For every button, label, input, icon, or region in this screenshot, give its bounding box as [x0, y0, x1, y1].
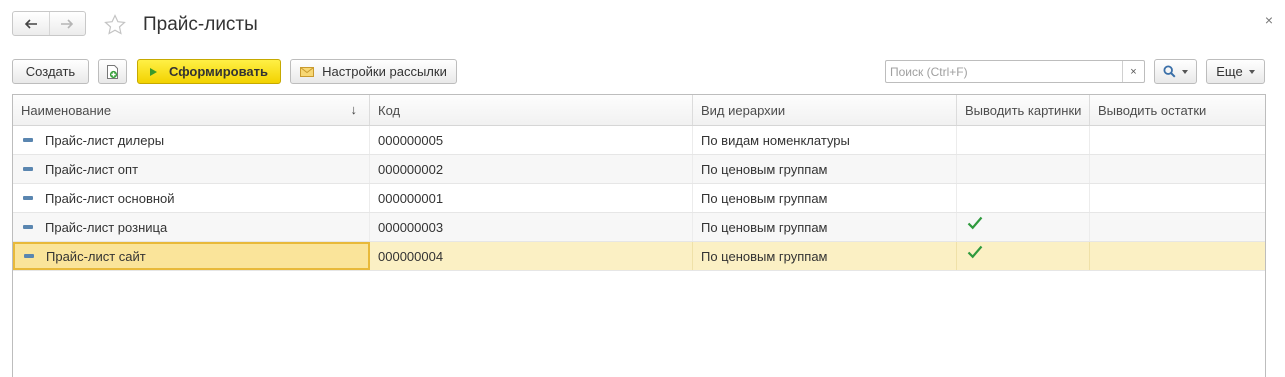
column-header-hierarchy[interactable]: Вид иерархии — [693, 95, 957, 125]
navigation-buttons — [12, 11, 86, 36]
arrow-right-icon — [61, 18, 74, 29]
catalog-item-icon — [23, 167, 33, 171]
column-header-name[interactable]: Наименование ↓ — [13, 95, 370, 125]
hierarchy-cell: По ценовым группам — [693, 213, 957, 241]
name-cell: Прайс-лист дилеры — [13, 126, 370, 154]
show-images-cell — [957, 213, 1090, 241]
name-text: Прайс-лист опт — [45, 161, 139, 177]
code-cell: 000000001 — [370, 184, 693, 212]
magnifier-icon — [1163, 65, 1176, 78]
hierarchy-cell: По ценовым группам — [693, 184, 957, 212]
show-images-cell — [957, 155, 1090, 183]
search-input[interactable] — [886, 61, 1122, 82]
catalog-item-icon — [23, 138, 33, 142]
column-header-show-images[interactable]: Выводить картинки — [957, 95, 1090, 125]
add-copy-icon — [106, 64, 118, 79]
search-button[interactable] — [1154, 59, 1197, 84]
back-button[interactable] — [13, 12, 49, 35]
show-stock-cell — [1090, 155, 1265, 183]
name-text: Прайс-лист сайт — [46, 248, 146, 264]
envelope-icon — [300, 66, 315, 77]
show-images-cell — [957, 126, 1090, 154]
column-header-show-stock[interactable]: Выводить остатки — [1090, 95, 1265, 125]
table-row[interactable]: Прайс-лист дилеры 000000005 По видам ном… — [13, 126, 1265, 155]
page-title: Прайс-листы — [143, 14, 258, 35]
price-lists-table: Наименование ↓ Код Вид иерархии Выводить… — [12, 94, 1266, 377]
name-cell: Прайс-лист основной — [13, 184, 370, 212]
table-row[interactable]: Прайс-лист опт 000000002 По ценовым груп… — [13, 155, 1265, 184]
mailing-settings-button[interactable]: Настройки рассылки — [290, 59, 457, 84]
show-stock-cell — [1090, 242, 1265, 270]
name-text: Прайс-лист розница — [45, 219, 168, 235]
create-button[interactable]: Создать — [12, 59, 89, 84]
play-icon — [149, 67, 157, 76]
code-cell: 000000002 — [370, 155, 693, 183]
name-cell: Прайс-лист сайт — [13, 242, 370, 270]
create-button-label: Создать — [25, 64, 76, 79]
code-cell: 000000004 — [370, 242, 693, 270]
checkmark-icon — [967, 216, 983, 230]
table-row[interactable]: Прайс-лист розница 000000003 По ценовым … — [13, 213, 1265, 242]
generate-button[interactable]: Сформировать — [137, 59, 281, 84]
mailing-settings-label: Настройки рассылки — [322, 64, 447, 79]
chevron-down-icon — [1248, 69, 1255, 74]
arrow-left-icon — [24, 18, 37, 29]
sort-arrow-icon: ↓ — [350, 102, 358, 117]
chevron-down-icon — [1182, 69, 1188, 74]
column-header-label: Наименование — [21, 102, 112, 118]
table-header: Наименование ↓ Код Вид иерархии Выводить… — [13, 95, 1265, 126]
generate-button-label: Сформировать — [168, 64, 269, 79]
hierarchy-cell: По ценовым группам — [693, 155, 957, 183]
show-stock-cell — [1090, 184, 1265, 212]
hierarchy-cell: По ценовым группам — [693, 242, 957, 270]
hierarchy-cell: По видам номенклатуры — [693, 126, 957, 154]
show-images-cell — [957, 184, 1090, 212]
search-clear-button[interactable]: × — [1122, 61, 1144, 82]
name-cell: Прайс-лист розница — [13, 213, 370, 241]
show-stock-cell — [1090, 213, 1265, 241]
catalog-item-icon — [23, 196, 33, 200]
name-cell: Прайс-лист опт — [13, 155, 370, 183]
close-icon[interactable]: × — [1265, 12, 1273, 28]
more-button[interactable]: Еще — [1206, 59, 1265, 84]
code-cell: 000000003 — [370, 213, 693, 241]
catalog-item-icon — [23, 225, 33, 229]
code-cell: 000000005 — [370, 126, 693, 154]
more-button-label: Еще — [1216, 64, 1243, 79]
table-row[interactable]: Прайс-лист основной 000000001 По ценовым… — [13, 184, 1265, 213]
checkmark-icon — [967, 245, 983, 259]
search-field: × — [885, 60, 1145, 83]
show-stock-cell — [1090, 126, 1265, 154]
forward-button[interactable] — [48, 12, 86, 35]
name-text: Прайс-лист основной — [45, 190, 175, 206]
catalog-item-icon — [24, 254, 34, 258]
show-images-cell — [957, 242, 1090, 270]
table-row-selected[interactable]: Прайс-лист сайт 000000004 По ценовым гру… — [13, 242, 1265, 271]
favorite-star-icon[interactable] — [103, 13, 127, 37]
name-text: Прайс-лист дилеры — [45, 132, 165, 148]
column-header-code[interactable]: Код — [370, 95, 693, 125]
copy-button[interactable] — [98, 59, 127, 84]
